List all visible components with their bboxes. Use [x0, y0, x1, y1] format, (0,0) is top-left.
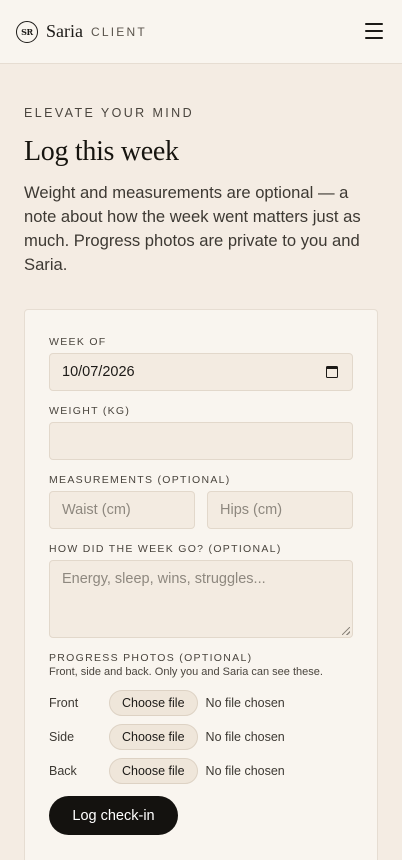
calendar-icon[interactable]: [326, 366, 338, 378]
photo-label-front: Front: [49, 696, 79, 710]
photo-label-back: Back: [49, 764, 77, 778]
menu-line: [365, 30, 383, 32]
brand-subtitle: CLIENT: [90, 25, 147, 39]
measurements-label: MEASUREMENTS (OPTIONAL): [49, 474, 231, 486]
week-of-label: WEEK OF: [49, 336, 107, 348]
hips-placeholder: Hips (cm): [220, 502, 283, 518]
logo-mark: SR: [16, 20, 38, 43]
choose-file-front-button[interactable]: Choose file: [109, 690, 198, 716]
brand-name: Saria: [46, 21, 83, 41]
photo-label-side: Side: [49, 730, 75, 744]
photo-row-front: Front Choose file No file chosen: [49, 690, 353, 716]
notes-placeholder: Energy, sleep, wins, struggles...: [62, 571, 266, 587]
photo-row-back: Back Choose file No file chosen: [49, 758, 353, 784]
waist-placeholder: Waist (cm): [62, 502, 131, 518]
hips-input[interactable]: Hips (cm): [207, 491, 353, 529]
week-of-value: 10/07/2026: [62, 364, 135, 380]
notes-label: HOW DID THE WEEK GO? (OPTIONAL): [49, 543, 282, 555]
menu-line: [365, 37, 383, 39]
photos-label: PROGRESS PHOTOS (OPTIONAL): [49, 652, 253, 664]
hamburger-menu-icon[interactable]: [365, 23, 383, 39]
waist-input[interactable]: Waist (cm): [49, 491, 195, 529]
page-title: Log this week: [24, 136, 179, 167]
log-check-in-button[interactable]: Log check-in: [49, 796, 178, 835]
file-status-front: No file chosen: [205, 696, 285, 710]
photos-hint: Front, side and back. Only you and Saria…: [49, 666, 323, 678]
eyebrow-text: ELEVATE YOUR MIND: [24, 106, 194, 120]
file-status-side: No file chosen: [205, 730, 285, 744]
notes-textarea[interactable]: Energy, sleep, wins, struggles...: [49, 560, 353, 638]
choose-file-side-button[interactable]: Choose file: [109, 724, 198, 750]
intro-text: Weight and measurements are optional — a…: [24, 183, 361, 274]
weight-input[interactable]: [49, 422, 353, 460]
photo-row-side: Side Choose file No file chosen: [49, 724, 353, 750]
weight-label: WEIGHT (KG): [49, 405, 131, 417]
menu-line: [365, 23, 383, 25]
week-of-date-input[interactable]: 10/07/2026: [49, 353, 353, 391]
file-status-back: No file chosen: [205, 764, 285, 778]
resize-handle-icon[interactable]: [342, 627, 350, 635]
top-bar: SR Saria CLIENT: [0, 0, 402, 64]
choose-file-back-button[interactable]: Choose file: [109, 758, 198, 784]
